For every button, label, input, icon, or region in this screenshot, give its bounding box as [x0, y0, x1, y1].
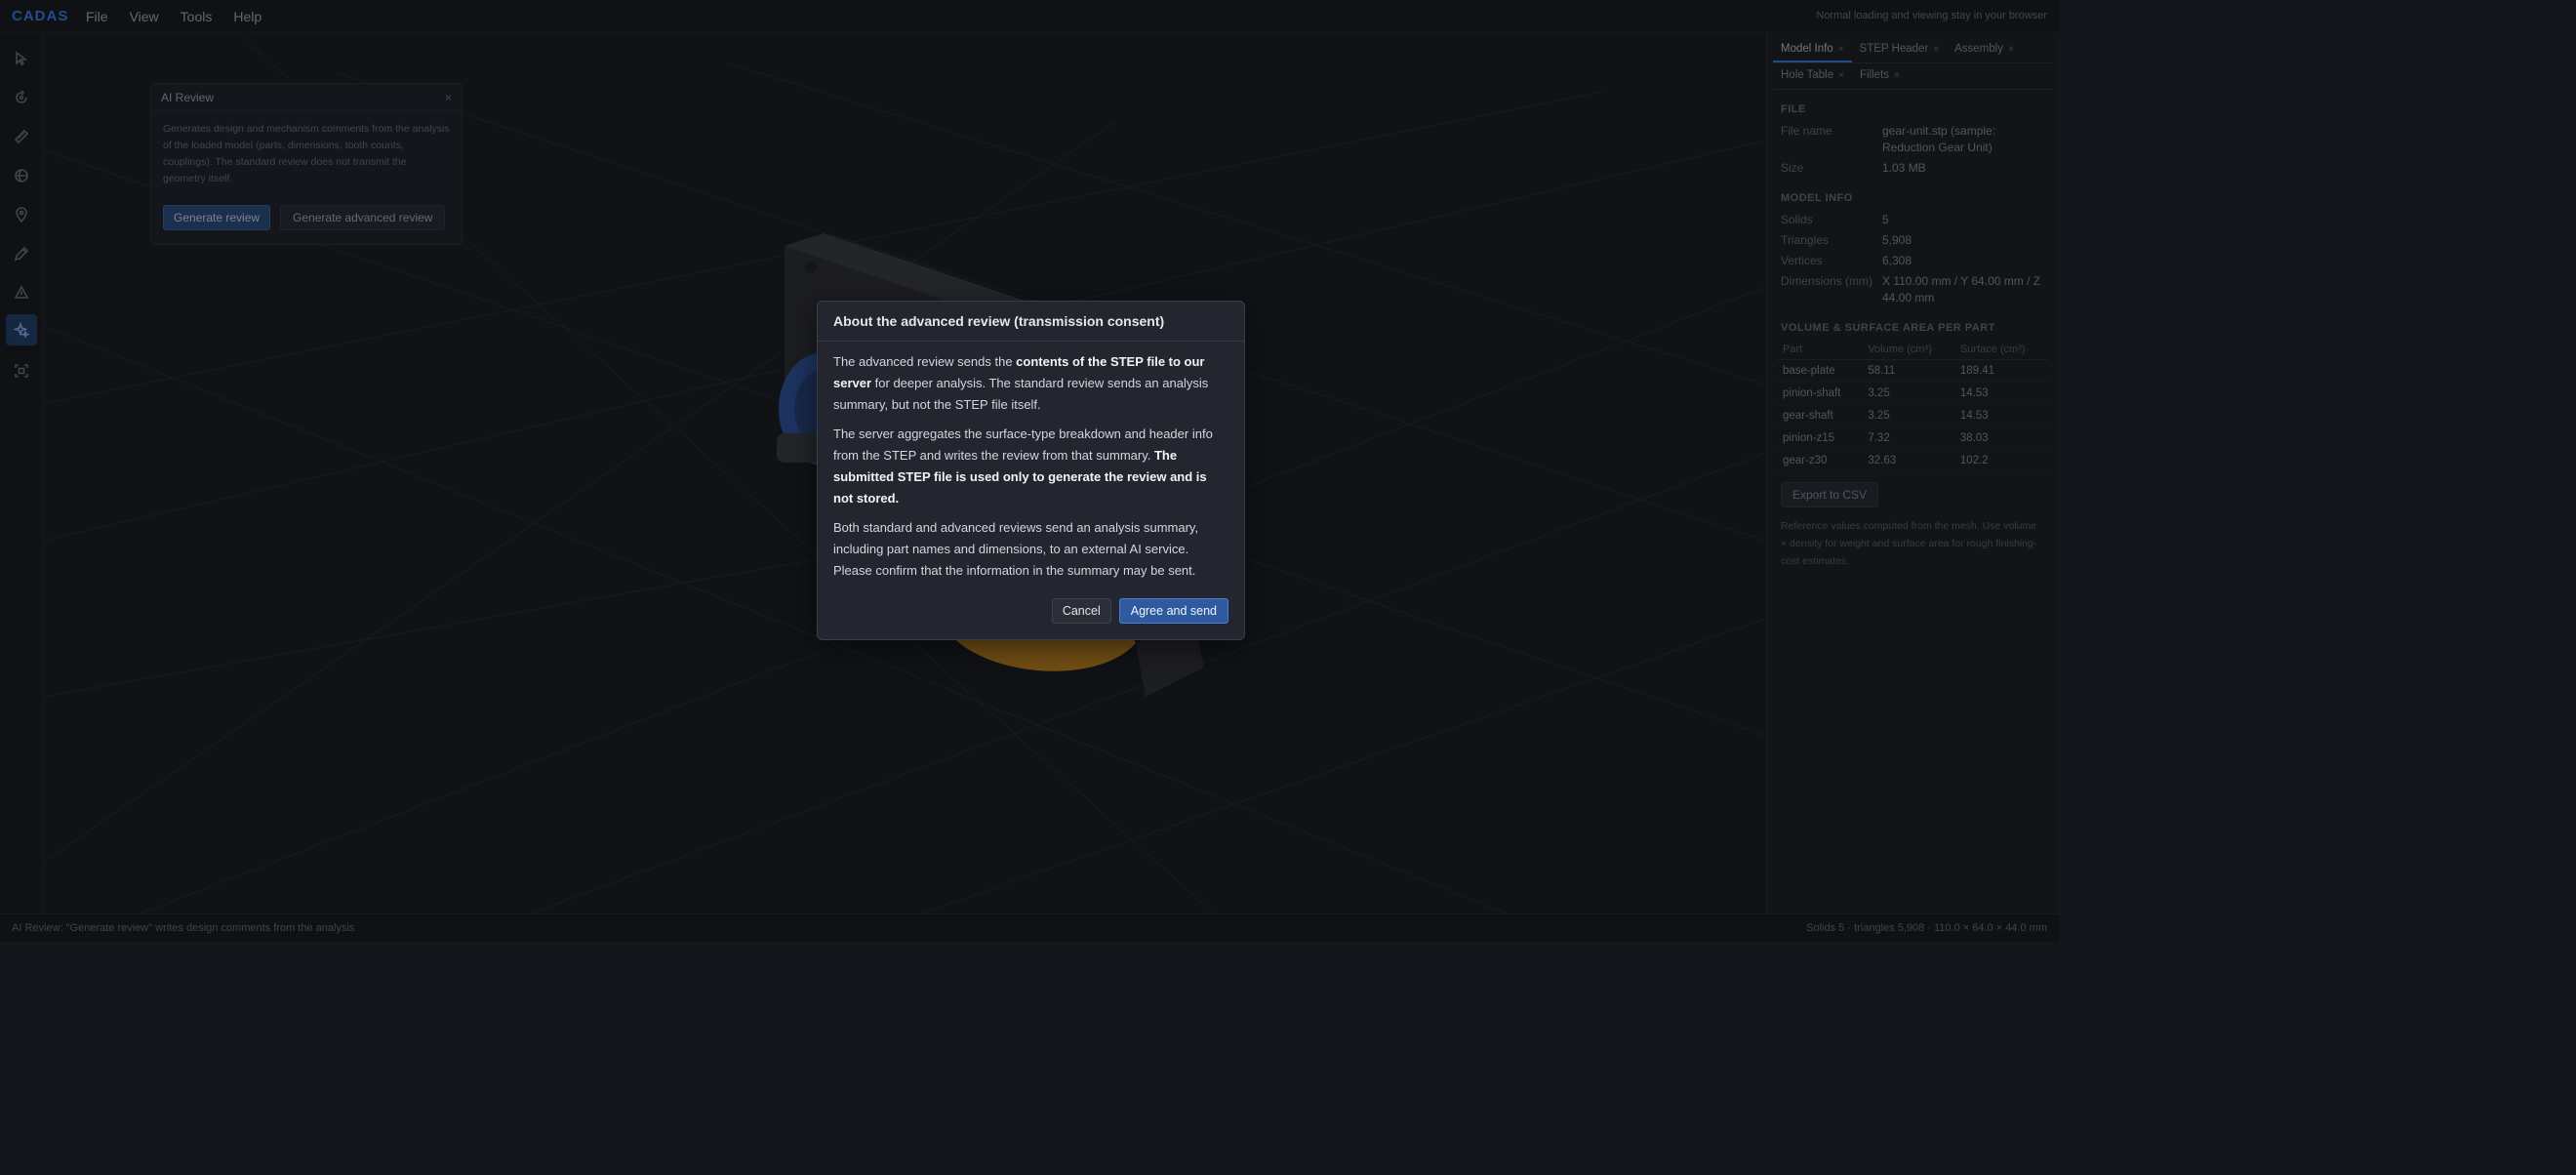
agree-and-send-button[interactable]: Agree and send — [1118, 598, 1228, 624]
consent-dialog: About the advanced review (transmission … — [817, 301, 1245, 640]
dialog-body: The advanced review sends the contents o… — [818, 342, 1244, 582]
dialog-paragraph-1: The advanced review sends the contents o… — [833, 351, 1228, 416]
cancel-button[interactable]: Cancel — [1051, 598, 1111, 624]
dialog-text: The advanced review sends the — [833, 354, 1017, 369]
dialog-paragraph-2: The server aggregates the surface-type b… — [833, 424, 1228, 509]
dialog-paragraph-3: Both standard and advanced reviews send … — [833, 520, 1199, 578]
dialog-title: About the advanced review (transmission … — [818, 302, 1244, 342]
dialog-footer: Cancel Agree and send — [1051, 598, 1228, 624]
dialog-text: for deeper analysis. The standard review… — [833, 376, 1209, 412]
app-window: CADAS File View Tools Help Normal loadin… — [0, 0, 2059, 942]
